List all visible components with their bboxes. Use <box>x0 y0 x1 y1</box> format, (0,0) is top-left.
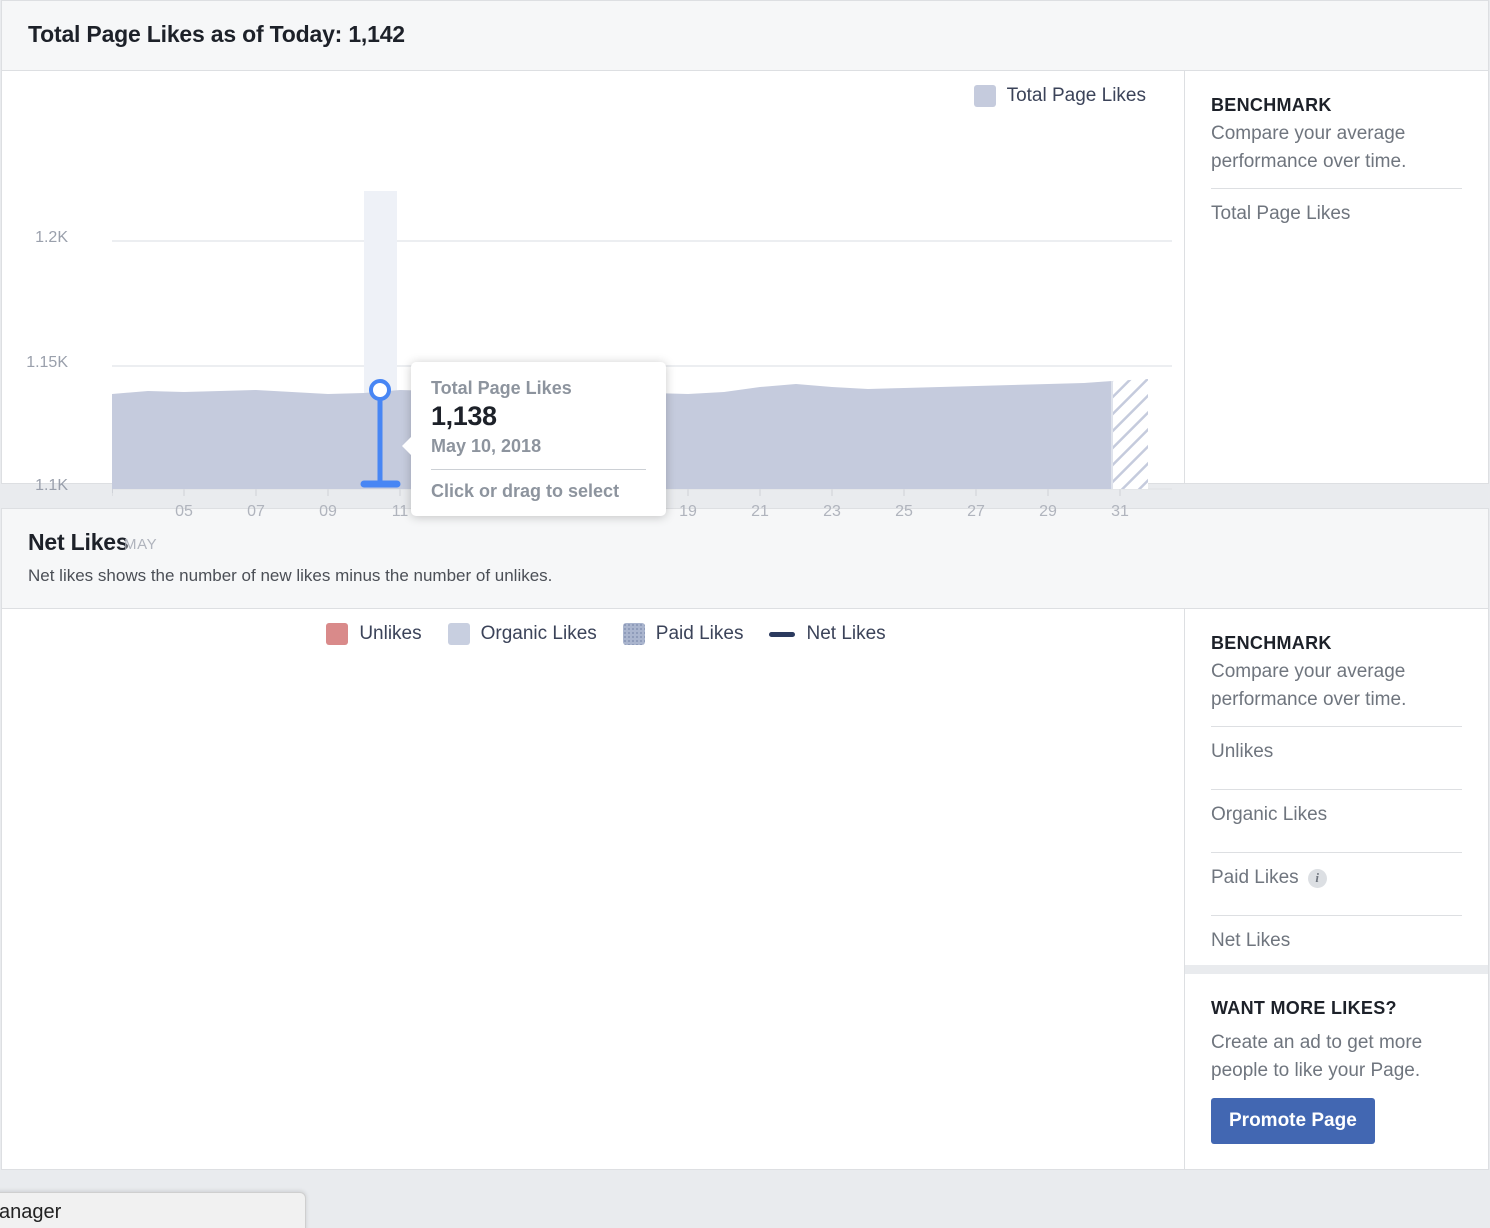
legend-item-paid-likes[interactable]: Paid Likes <box>623 623 744 645</box>
total-benchmark-pane: BENCHMARK Compare your average performan… <box>1185 71 1488 483</box>
x-axis-label-23: 23 <box>823 503 841 521</box>
net-likes-body: Unlikes Organic Likes Paid Likes Net Lik… <box>2 609 1488 1169</box>
insights-page: Total Page Likes as of Today: 1,142 Tota… <box>0 0 1490 1228</box>
x-axis-label-09: 09 <box>319 503 337 521</box>
x-axis-label-11: 11 <box>392 503 409 521</box>
organic-swatch-icon <box>448 623 470 645</box>
chart-tooltip: Total Page Likes 1,138 May 10, 2018 Clic… <box>411 362 666 516</box>
net-likes-benchmark-pane: BENCHMARK Compare your average performan… <box>1185 609 1488 1169</box>
net-likes-header: Net Likes Net likes shows the number of … <box>2 509 1488 609</box>
total-page-likes-chart[interactable]: Total Page Likes 1.2K 1.15K 1.1K <box>2 71 1185 483</box>
x-axis-label-29: 29 <box>1039 503 1057 521</box>
benchmark-row-net-likes[interactable]: Net Likes <box>1211 915 1462 965</box>
benchmark-row-unlikes[interactable]: Unlikes <box>1211 726 1462 776</box>
x-axis-label-19: 19 <box>679 503 697 521</box>
tooltip-arrow-icon <box>402 436 412 456</box>
total-page-likes-card: Total Page Likes as of Today: 1,142 Tota… <box>1 0 1489 484</box>
promote-page-button[interactable]: Promote Page <box>1211 1098 1375 1144</box>
y-axis-label-1100: 1.1K <box>2 477 68 495</box>
x-axis-label-27: 27 <box>967 503 985 521</box>
x-axis-label-21: 21 <box>751 503 769 521</box>
benchmark-row-label: Paid Likes <box>1211 867 1299 889</box>
total-page-likes-body: Total Page Likes 1.2K 1.15K 1.1K <box>2 71 1488 483</box>
benchmark-row-organic-likes[interactable]: Organic Likes <box>1211 789 1462 839</box>
benchmark-row-label: Unlikes <box>1211 741 1273 763</box>
legend-label: Unlikes <box>359 623 421 645</box>
total-chart-legend: Total Page Likes <box>2 85 1184 107</box>
tooltip-hint: Click or drag to select <box>431 469 646 502</box>
x-axis-month-label: MAY <box>124 536 157 553</box>
promote-block: WANT MORE LIKES? Create an ad to get mor… <box>1185 965 1488 1164</box>
legend-item-net-likes[interactable]: Net Likes <box>769 623 885 645</box>
benchmark-heading: BENCHMARK <box>1211 633 1462 654</box>
x-axis-label-07: 07 <box>247 503 265 521</box>
tooltip-value: 1,138 <box>431 401 646 432</box>
benchmark-heading: BENCHMARK <box>1211 95 1462 116</box>
browser-status-bar[interactable]: anager <box>0 1192 306 1228</box>
promote-description: Create an ad to get more people to like … <box>1211 1029 1462 1084</box>
tooltip-date: May 10, 2018 <box>431 436 646 457</box>
legend-label: Organic Likes <box>481 623 597 645</box>
net-likes-chart[interactable]: Unlikes Organic Likes Paid Likes Net Lik… <box>2 609 1185 1169</box>
benchmark-row-label: Organic Likes <box>1211 804 1327 826</box>
net-likes-legend: Unlikes Organic Likes Paid Likes Net Lik… <box>2 623 1184 645</box>
x-axis-label-25: 25 <box>895 503 913 521</box>
legend-item-unlikes[interactable]: Unlikes <box>326 623 421 645</box>
y-axis-label-1200: 1.2K <box>2 229 68 247</box>
total-swatch-icon <box>974 85 996 107</box>
net-likes-title: Net Likes <box>28 529 1462 556</box>
benchmark-row-paid-likes[interactable]: Paid Likes i <box>1211 852 1462 902</box>
benchmark-block-total: BENCHMARK Compare your average performan… <box>1185 71 1488 238</box>
promote-heading: WANT MORE LIKES? <box>1211 998 1462 1019</box>
unlikes-swatch-icon <box>326 623 348 645</box>
total-page-likes-header: Total Page Likes as of Today: 1,142 <box>2 1 1488 71</box>
y-axis-label-1150: 1.15K <box>2 354 68 372</box>
net-likes-card: Net Likes Net likes shows the number of … <box>1 508 1489 1170</box>
net-likes-subtitle: Net likes shows the number of new likes … <box>28 566 1462 586</box>
tooltip-metric: Total Page Likes <box>431 378 646 399</box>
benchmark-row-label: Total Page Likes <box>1211 203 1350 225</box>
legend-label: Paid Likes <box>656 623 744 645</box>
info-icon[interactable]: i <box>1308 869 1327 888</box>
benchmark-row-total-page-likes[interactable]: Total Page Likes <box>1211 188 1462 238</box>
legend-label: Net Likes <box>806 623 885 645</box>
benchmark-description: Compare your average performance over ti… <box>1211 658 1462 713</box>
benchmark-description: Compare your average performance over ti… <box>1211 120 1462 175</box>
net-line-swatch-icon <box>769 632 795 637</box>
x-axis-label-31: 31 <box>1111 503 1129 521</box>
benchmark-row-label: Net Likes <box>1211 930 1290 952</box>
paid-swatch-icon <box>623 623 645 645</box>
status-bar-text: anager <box>0 1201 61 1224</box>
x-axis-label-05: 05 <box>175 503 193 521</box>
benchmark-block-net: BENCHMARK Compare your average performan… <box>1185 609 1488 965</box>
page-title: Total Page Likes as of Today: 1,142 <box>28 21 1462 48</box>
legend-item-total-page-likes[interactable]: Total Page Likes <box>974 85 1146 107</box>
legend-label: Total Page Likes <box>1007 85 1146 107</box>
legend-item-organic-likes[interactable]: Organic Likes <box>448 623 597 645</box>
